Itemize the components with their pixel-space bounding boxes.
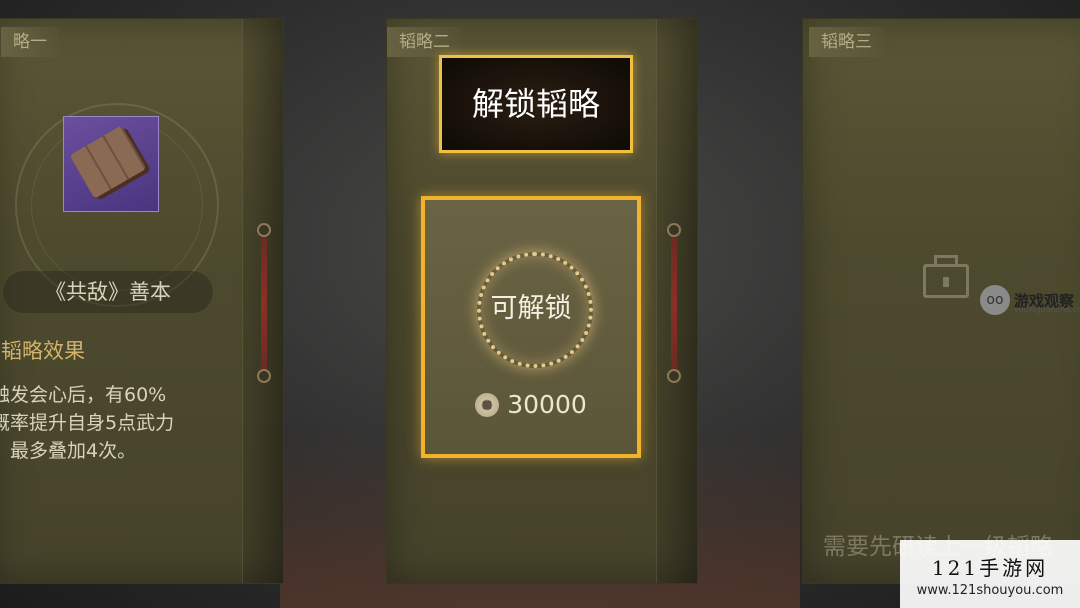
cost-value: 30000	[507, 390, 587, 419]
tab-strategy-1[interactable]: 略一	[1, 27, 59, 57]
watermark-youxiguancha: oo 游戏观察 youxiguancha.com	[980, 285, 1080, 315]
tab-strategy-2[interactable]: 韬略二	[387, 27, 462, 57]
unlock-cost: 30000	[425, 390, 637, 419]
panel-red-bar	[257, 223, 271, 383]
watermark-title: 121手游网	[931, 556, 1049, 580]
panel-red-bar	[667, 223, 681, 383]
unlock-status: 可解锁	[490, 293, 572, 324]
tab-strategy-3[interactable]: 韬略三	[809, 27, 884, 57]
unlock-strategy-button[interactable]: 解锁韬略	[439, 55, 633, 153]
chocolate-bar-icon	[69, 125, 147, 199]
effect-heading: 韬略效果	[1, 339, 85, 363]
copper-coin-icon	[475, 393, 500, 417]
strategy-panel-2[interactable]: 韬略二 解锁韬略 可解锁 30000	[386, 18, 698, 584]
eyes-logo-icon: oo	[980, 285, 1010, 315]
lock-icon	[923, 255, 969, 298]
item-slot[interactable]	[63, 116, 159, 212]
watermark-url: www.121shouyou.com	[916, 583, 1064, 598]
watermark-subtext: youxiguancha.com	[1014, 305, 1080, 314]
effect-description: 触发会心后，有60% 概率提升自身5点武力 ，最多叠加4次。	[0, 384, 175, 462]
strategy-panel-1[interactable]: 略一 《共敌》善本 韬略效果 触发会心后，有60% 概率提升自身5点武力 ，最多…	[0, 18, 284, 584]
book-title: 《共敌》善本	[3, 271, 213, 313]
unlock-card[interactable]: 可解锁 30000	[421, 196, 641, 458]
watermark-121shouyou: 121手游网 www.121shouyou.com	[900, 540, 1080, 608]
